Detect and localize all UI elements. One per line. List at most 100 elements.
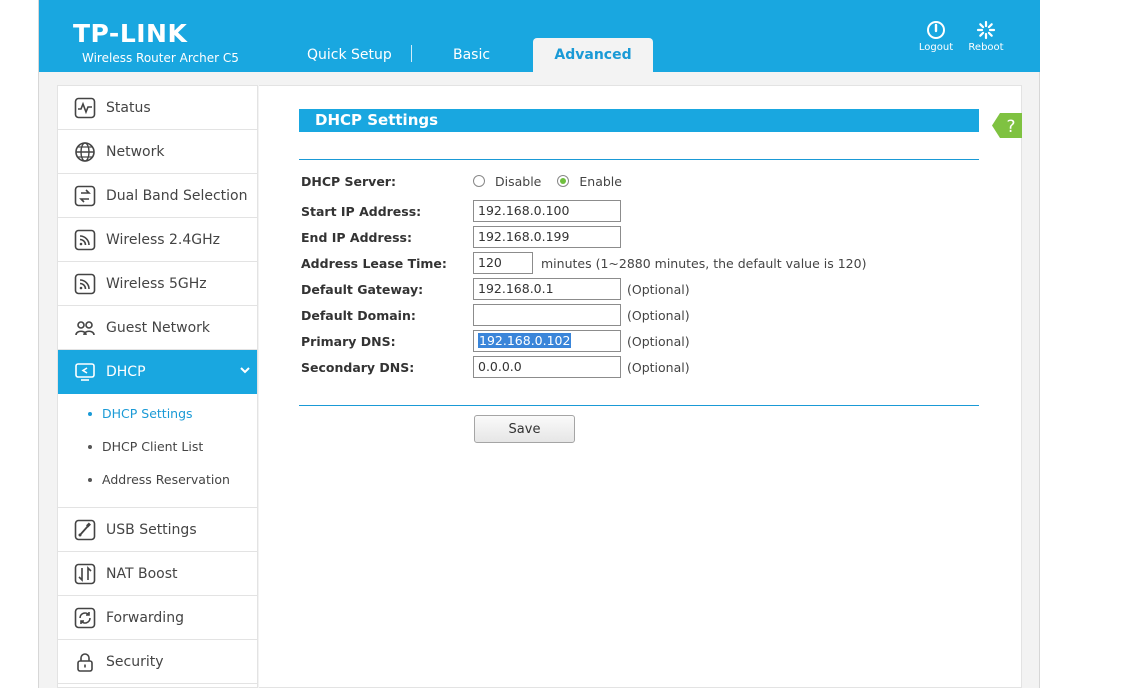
submenu-dhcp-settings[interactable]: DHCP Settings	[58, 402, 257, 435]
domain-input[interactable]	[473, 304, 621, 326]
lease-time-label: Address Lease Time:	[301, 255, 447, 271]
logout-label: Logout	[918, 42, 954, 53]
submenu-label: DHCP Client List	[102, 439, 204, 454]
wireless-icon	[74, 229, 96, 251]
forwarding-icon	[74, 607, 96, 629]
sidebar-item-label: Wireless 5GHz	[106, 275, 207, 292]
end-ip-row: End IP Address: 192.168.0.199	[301, 226, 621, 248]
sidebar-item-label: Security	[106, 653, 164, 670]
help-mark: ?	[1006, 117, 1015, 137]
lock-icon	[74, 651, 96, 673]
dual-band-icon	[74, 185, 96, 207]
sidebar-item-label: Dual Band Selection	[106, 187, 248, 204]
submenu-dhcp-client-list[interactable]: DHCP Client List	[58, 435, 257, 468]
domain-label: Default Domain:	[301, 307, 416, 323]
end-ip-label: End IP Address:	[301, 229, 412, 245]
sidebar-item-label: NAT Boost	[106, 565, 178, 582]
domain-row: Default Domain: (Optional)	[301, 304, 690, 326]
sidebar-item-label: Network	[106, 143, 165, 160]
tab-divider	[411, 45, 412, 62]
primary-dns-label: Primary DNS:	[301, 333, 396, 349]
bullet-icon	[88, 478, 92, 482]
router-model: Wireless Router Archer C5	[82, 51, 239, 65]
lease-time-row: Address Lease Time: 120 minutes (1~2880 …	[301, 252, 866, 274]
radio-circle	[473, 175, 485, 187]
logout-button[interactable]: Logout	[914, 20, 958, 53]
sidebar-item-wireless-5[interactable]: Wireless 5GHz	[58, 262, 257, 306]
sidebar-item-label: Status	[106, 99, 151, 116]
globe-icon	[74, 141, 96, 163]
header-bar: TP-LINK Wireless Router Archer C5 Quick …	[39, 0, 1040, 72]
sidebar-item-guest-network[interactable]: Guest Network	[58, 306, 257, 350]
gateway-label: Default Gateway:	[301, 281, 424, 297]
sidebar-item-nat-boost[interactable]: NAT Boost	[58, 552, 257, 596]
tp-link-logo: TP-LINK	[73, 19, 188, 48]
submenu-label: Address Reservation	[102, 472, 230, 487]
nat-boost-icon	[74, 563, 96, 585]
divider	[299, 405, 979, 406]
gateway-input[interactable]: 192.168.0.1	[473, 278, 621, 300]
sidebar-item-forwarding[interactable]: Forwarding	[58, 596, 257, 640]
radio-dot	[560, 178, 567, 184]
dhcp-submenu: DHCP Settings DHCP Client List Address R…	[58, 394, 257, 508]
reboot-icon	[976, 20, 996, 40]
sidebar: Status Network Dual Band Selection Wirel…	[57, 85, 258, 688]
sidebar-item-label: Guest Network	[106, 319, 211, 336]
tab-advanced[interactable]: Advanced	[533, 38, 653, 72]
gateway-row: Default Gateway: 192.168.0.1 (Optional)	[301, 278, 690, 300]
power-icon	[927, 21, 945, 39]
sidebar-item-label: DHCP	[106, 363, 146, 380]
secondary-dns-row: Secondary DNS: 0.0.0.0 (Optional)	[301, 356, 690, 378]
sidebar-item-label: USB Settings	[106, 521, 197, 538]
sidebar-item-label: Forwarding	[106, 609, 184, 626]
radio-circle	[557, 175, 570, 187]
reboot-label: Reboot	[968, 42, 1004, 53]
sidebar-item-network[interactable]: Network	[58, 130, 257, 174]
sidebar-item-wireless-24[interactable]: Wireless 2.4GHz	[58, 218, 257, 262]
guest-icon	[74, 317, 96, 339]
lease-time-hint: minutes (1~2880 minutes, the default val…	[541, 255, 867, 271]
wireless-icon	[74, 273, 96, 295]
lease-time-input[interactable]: 120	[473, 252, 533, 274]
reboot-button[interactable]: Reboot	[964, 20, 1008, 53]
sidebar-item-security[interactable]: Security	[58, 640, 257, 684]
secondary-dns-label: Secondary DNS:	[301, 359, 415, 375]
radio-label: Enable	[579, 173, 622, 189]
radio-disable[interactable]: Disable	[473, 174, 541, 189]
optional-note: (Optional)	[627, 333, 690, 349]
start-ip-row: Start IP Address: 192.168.0.100	[301, 200, 621, 222]
submenu-address-reservation[interactable]: Address Reservation	[58, 468, 257, 501]
radio-enable[interactable]: Enable	[557, 174, 622, 189]
dhcp-server-label: DHCP Server:	[301, 173, 396, 189]
optional-note: (Optional)	[627, 359, 690, 375]
selected-text: 192.168.0.102	[478, 333, 572, 348]
section-title: DHCP Settings	[299, 109, 979, 132]
usb-icon	[74, 519, 96, 541]
help-icon[interactable]: ?	[992, 113, 1022, 138]
router-frame: TP-LINK Wireless Router Archer C5 Quick …	[38, 0, 1040, 688]
optional-note: (Optional)	[627, 281, 690, 297]
primary-dns-input[interactable]: 192.168.0.102	[473, 330, 621, 352]
content-panel: DHCP Settings ? DHCP Server: Disable Ena…	[259, 85, 1022, 688]
divider	[299, 159, 979, 160]
tab-quick-setup[interactable]: Quick Setup	[307, 38, 392, 72]
status-icon	[74, 97, 96, 119]
secondary-dns-input[interactable]: 0.0.0.0	[473, 356, 621, 378]
bullet-icon	[88, 445, 92, 449]
start-ip-label: Start IP Address:	[301, 203, 422, 219]
start-ip-input[interactable]: 192.168.0.100	[473, 200, 621, 222]
tab-basic[interactable]: Basic	[453, 38, 490, 72]
bullet-icon	[88, 412, 92, 416]
sidebar-item-status[interactable]: Status	[58, 86, 257, 130]
dhcp-icon	[74, 361, 96, 383]
radio-label: Disable	[495, 173, 542, 189]
sidebar-item-usb-settings[interactable]: USB Settings	[58, 508, 257, 552]
save-button[interactable]: Save	[474, 415, 575, 443]
optional-note: (Optional)	[627, 307, 690, 323]
submenu-label: DHCP Settings	[102, 406, 193, 421]
end-ip-input[interactable]: 192.168.0.199	[473, 226, 621, 248]
dhcp-server-row: DHCP Server: Disable Enable	[301, 170, 638, 192]
chevron-down-icon	[240, 367, 250, 374]
sidebar-item-dhcp[interactable]: DHCP	[58, 350, 257, 394]
sidebar-item-dual-band[interactable]: Dual Band Selection	[58, 174, 257, 218]
